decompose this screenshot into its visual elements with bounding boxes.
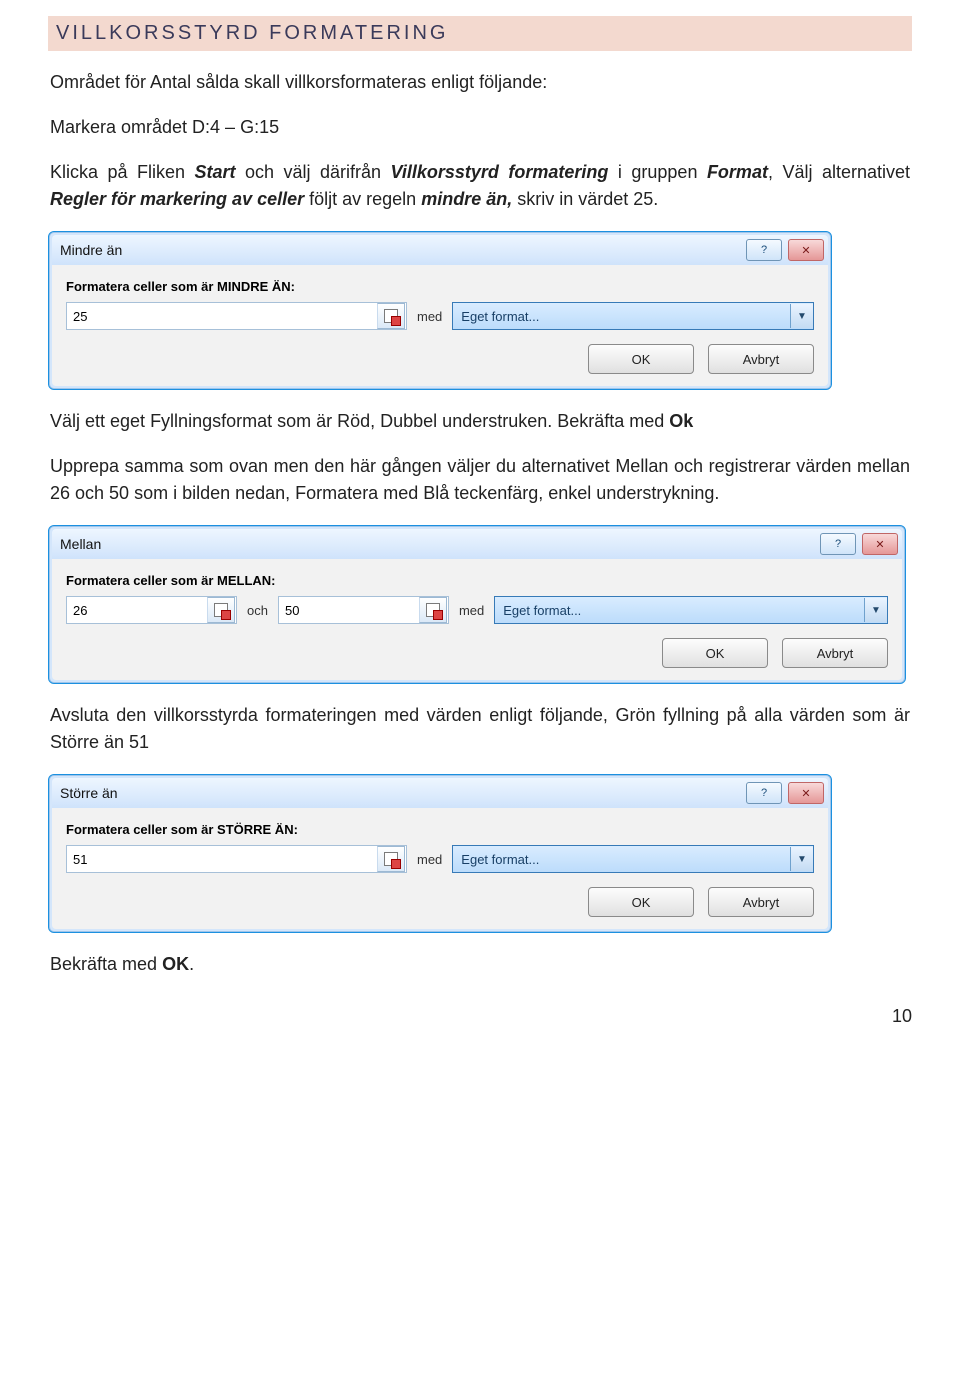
ok-button[interactable]: OK	[662, 638, 768, 668]
dialog-title: Mindre än	[60, 242, 122, 258]
range-picker-button[interactable]	[207, 597, 235, 623]
ok-button[interactable]: OK	[588, 887, 694, 917]
page-number: 10	[48, 1006, 912, 1027]
from-input[interactable]	[67, 600, 207, 620]
format-dropdown-text: Eget format...	[495, 603, 864, 618]
cell-reference-field-to[interactable]	[278, 596, 449, 624]
field-label: Formatera celler som är STÖRRE ÄN:	[66, 822, 814, 837]
text: skriv in värdet 25.	[512, 189, 658, 209]
text: i gruppen	[608, 162, 707, 182]
question-icon: ?	[761, 244, 767, 256]
titlebar: Mellan ? ✕	[52, 529, 902, 559]
range-picker-icon	[214, 603, 228, 617]
dialog-greater-than: Större än ? ✕ Formatera celler som är ST…	[48, 774, 912, 933]
term-start: Start	[195, 162, 236, 182]
range-picker-icon	[426, 603, 440, 617]
close-icon: ✕	[801, 787, 810, 800]
label-and: och	[247, 603, 268, 618]
dialog-less-than: Mindre än ? ✕ Formatera celler som är MI…	[48, 231, 912, 390]
section-heading: VILLKORSSTYRD FORMATERING	[48, 16, 912, 51]
dialog-title: Större än	[60, 785, 118, 801]
term-format: Format	[707, 162, 768, 182]
close-button[interactable]: ✕	[862, 533, 898, 555]
term-ok: Ok	[669, 411, 693, 431]
range-picker-button[interactable]	[377, 846, 405, 872]
cancel-button[interactable]: Avbryt	[708, 344, 814, 374]
text: och välj därifrån	[236, 162, 391, 182]
text: Bekräfta med	[50, 954, 162, 974]
term-ok: OK	[162, 954, 189, 974]
term-conditional-formatting: Villkorsstyrd formatering	[391, 162, 609, 182]
cell-reference-field[interactable]	[66, 302, 407, 330]
threshold-input[interactable]	[67, 849, 377, 869]
cancel-button[interactable]: Avbryt	[782, 638, 888, 668]
format-dropdown-text: Eget format...	[453, 852, 790, 867]
chevron-down-icon: ▼	[790, 304, 813, 328]
text: , Välj alternativet	[768, 162, 910, 182]
help-button[interactable]: ?	[746, 782, 782, 804]
format-dropdown[interactable]: Eget format... ▼	[494, 596, 888, 624]
range-picker-button[interactable]	[419, 597, 447, 623]
chevron-down-icon: ▼	[864, 598, 887, 622]
question-icon: ?	[761, 787, 767, 799]
help-button[interactable]: ?	[746, 239, 782, 261]
titlebar: Större än ? ✕	[52, 778, 828, 808]
paragraph: Markera området D:4 – G:15	[50, 114, 910, 141]
label-with: med	[417, 852, 442, 867]
threshold-input[interactable]	[67, 306, 377, 326]
format-dropdown-text: Eget format...	[453, 309, 790, 324]
range-picker-icon	[384, 852, 398, 866]
format-dropdown[interactable]: Eget format... ▼	[452, 845, 814, 873]
term-highlight-rules: Regler för markering av celler	[50, 189, 304, 209]
text: Välj ett eget Fyllningsformat som är Röd…	[50, 411, 669, 431]
field-label: Formatera celler som är MINDRE ÄN:	[66, 279, 814, 294]
field-label: Formatera celler som är MELLAN:	[66, 573, 888, 588]
label-with: med	[459, 603, 484, 618]
paragraph: Upprepa samma som ovan men den här gånge…	[50, 453, 910, 507]
close-button[interactable]: ✕	[788, 239, 824, 261]
close-icon: ✕	[875, 538, 884, 551]
term-less-than: mindre än,	[421, 189, 512, 209]
paragraph: Bekräfta med OK.	[50, 951, 910, 978]
label-with: med	[417, 309, 442, 324]
format-dropdown[interactable]: Eget format... ▼	[452, 302, 814, 330]
paragraph: Klicka på Fliken Start och välj därifrån…	[50, 159, 910, 213]
cancel-button[interactable]: Avbryt	[708, 887, 814, 917]
text: .	[189, 954, 194, 974]
paragraph: Välj ett eget Fyllningsformat som är Röd…	[50, 408, 910, 435]
paragraph: Området för Antal sålda skall villkorsfo…	[50, 69, 910, 96]
question-icon: ?	[835, 538, 841, 550]
ok-button[interactable]: OK	[588, 344, 694, 374]
paragraph: Avsluta den villkorsstyrda formateringen…	[50, 702, 910, 756]
range-picker-button[interactable]	[377, 303, 405, 329]
range-picker-icon	[384, 309, 398, 323]
text: följt av regeln	[304, 189, 421, 209]
titlebar: Mindre än ? ✕	[52, 235, 828, 265]
cell-reference-field-from[interactable]	[66, 596, 237, 624]
dialog-title: Mellan	[60, 536, 101, 552]
chevron-down-icon: ▼	[790, 847, 813, 871]
close-button[interactable]: ✕	[788, 782, 824, 804]
cell-reference-field[interactable]	[66, 845, 407, 873]
dialog-between: Mellan ? ✕ Formatera celler som är MELLA…	[48, 525, 912, 684]
to-input[interactable]	[279, 600, 419, 620]
text: Klicka på Fliken	[50, 162, 195, 182]
help-button[interactable]: ?	[820, 533, 856, 555]
close-icon: ✕	[801, 244, 810, 257]
